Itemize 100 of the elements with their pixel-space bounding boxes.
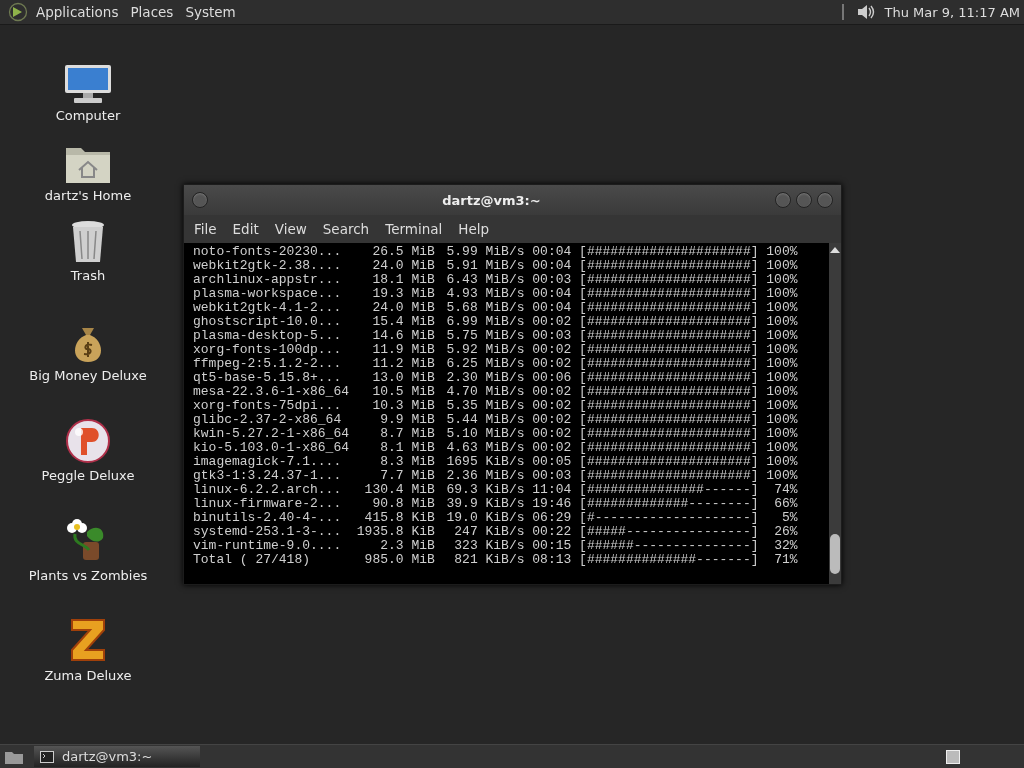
time-remaining: 00:03 xyxy=(532,329,572,343)
panel-menu[interactable]: System xyxy=(181,4,240,20)
package-name: webkit2gtk-2.38.... xyxy=(193,259,343,273)
percent-complete: 100% xyxy=(766,301,798,315)
package-name: ghostscript-10.0... xyxy=(193,315,343,329)
maximize-button[interactable] xyxy=(796,192,812,208)
panel-menu[interactable]: Places xyxy=(126,4,178,20)
download-rate: 5.68 MiB/s xyxy=(446,301,525,315)
time-remaining: 00:22 xyxy=(532,525,572,539)
package-size: 11.2 MiB xyxy=(372,357,435,371)
taskbar-button[interactable]: dartz@vm3:~ xyxy=(34,746,200,767)
time-remaining: 00:02 xyxy=(532,343,572,357)
progress-bar-text: [#####################] xyxy=(579,413,759,427)
percent-complete: 32% xyxy=(774,539,798,553)
package-name: Total ( 27/418) xyxy=(193,553,312,567)
computer-icon[interactable] xyxy=(64,64,112,104)
menu-item[interactable]: View xyxy=(268,221,313,237)
package-size: 15.4 MiB xyxy=(372,315,435,329)
package-name: kio-5.103.0-1-x86_64 xyxy=(193,441,351,455)
time-remaining: 11:04 xyxy=(532,483,572,497)
percent-complete: 100% xyxy=(766,273,798,287)
download-rate: 6.99 MiB/s xyxy=(446,315,525,329)
progress-bar-text: [#####################] xyxy=(579,357,759,371)
close-button[interactable] xyxy=(817,192,833,208)
time-remaining: 00:04 xyxy=(532,287,572,301)
package-size: 10.5 MiB xyxy=(372,385,435,399)
time-remaining: 00:02 xyxy=(532,413,572,427)
package-name: plasma-workspace... xyxy=(193,287,343,301)
package-size: 26.5 MiB xyxy=(372,245,435,259)
download-rate: 2.30 MiB/s xyxy=(446,371,525,385)
desktop-icon-label[interactable]: Zuma Deluxe xyxy=(44,668,132,683)
package-size: 10.3 MiB xyxy=(372,399,435,413)
menu-item[interactable]: Help xyxy=(452,221,496,237)
progress-bar-text: [#####################] xyxy=(579,371,759,385)
package-name: systemd-253.1-3-... xyxy=(193,525,343,539)
percent-complete: 100% xyxy=(766,371,798,385)
package-name: gtk3-1:3.24.37-1... xyxy=(193,469,343,483)
menu-logo-icon[interactable] xyxy=(8,2,28,22)
package-size: 24.0 MiB xyxy=(372,301,435,315)
package-name: linux-6.2.2.arch... xyxy=(193,483,343,497)
desktop-icon-label[interactable]: Computer xyxy=(55,108,121,123)
package-size: 24.0 MiB xyxy=(372,259,435,273)
menu-item[interactable]: Edit xyxy=(226,221,265,237)
menu-item[interactable]: Search xyxy=(316,221,376,237)
package-size: 90.8 MiB xyxy=(372,497,435,511)
menu-item[interactable]: File xyxy=(188,221,223,237)
download-rate: 4.63 MiB/s xyxy=(446,441,525,455)
desktop-icon-label[interactable]: Peggle Deluxe xyxy=(41,468,135,483)
desktop-icon-label[interactable]: Trash xyxy=(70,268,106,283)
time-remaining: 00:02 xyxy=(532,357,572,371)
percent-complete: 100% xyxy=(766,399,798,413)
game-block-icon[interactable] xyxy=(68,616,108,664)
time-remaining: 00:04 xyxy=(532,259,572,273)
package-name: binutils-2.40-4-... xyxy=(193,511,343,525)
package-size: 14.6 MiB xyxy=(372,329,435,343)
minimize-button[interactable] xyxy=(775,192,791,208)
percent-complete: 66% xyxy=(774,497,798,511)
panel-menu[interactable]: Applications xyxy=(32,4,123,20)
window-menu-button[interactable] xyxy=(192,192,208,208)
time-remaining: 00:03 xyxy=(532,469,572,483)
percent-complete: 100% xyxy=(766,427,798,441)
clock[interactable]: Thu Mar 9, 11:17 AM xyxy=(884,4,1020,20)
percent-complete: 100% xyxy=(766,385,798,399)
desktop-icon-label[interactable]: Big Money Deluxe xyxy=(29,368,147,383)
menu-item[interactable]: Terminal xyxy=(379,221,449,237)
percent-complete: 100% xyxy=(766,343,798,357)
percent-complete: 100% xyxy=(766,259,798,273)
download-rate: 39.9 KiB/s xyxy=(446,497,525,511)
desktop-icon-label[interactable]: Plants vs Zombies xyxy=(28,568,148,583)
package-name: noto-fonts-20230... xyxy=(193,245,343,259)
download-rate: 6.43 MiB/s xyxy=(446,273,525,287)
panel-grip-icon xyxy=(840,3,845,21)
scroll-thumb[interactable] xyxy=(830,534,840,574)
package-name: mesa-22.3.6-1-x86_64 xyxy=(193,385,351,399)
percent-complete: 100% xyxy=(766,357,798,371)
time-remaining: 00:02 xyxy=(532,427,572,441)
download-rate: 5.44 MiB/s xyxy=(446,413,525,427)
time-remaining: 00:02 xyxy=(532,385,572,399)
progress-bar-text: [#####################] xyxy=(579,259,759,273)
progress-bar-text: [#####################] xyxy=(579,287,759,301)
progress-bar-text: [#####################] xyxy=(579,343,759,357)
download-rate: 2.36 MiB/s xyxy=(446,469,525,483)
download-rate: 323 KiB/s xyxy=(454,539,525,553)
download-rate: 19.0 KiB/s xyxy=(446,511,525,525)
package-name: kwin-5.27.2-1-x86_64 xyxy=(193,427,351,441)
package-name: linux-firmware-2... xyxy=(193,497,343,511)
progress-bar-text: [#############--------] xyxy=(579,497,759,511)
ball-icon[interactable] xyxy=(65,418,111,464)
progress-bar-text: [#####################] xyxy=(579,399,759,413)
percent-complete: 100% xyxy=(766,469,798,483)
desktop-icon-label[interactable]: dartz's Home xyxy=(44,188,132,203)
percent-complete: 71% xyxy=(774,553,798,567)
scrollbar[interactable] xyxy=(829,243,841,584)
time-remaining: 00:02 xyxy=(532,441,572,455)
scroll-up-icon[interactable] xyxy=(830,247,840,253)
workspace-switcher[interactable] xyxy=(946,749,960,764)
package-name: qt5-base-5.15.8+... xyxy=(193,371,343,385)
trash-icon[interactable] xyxy=(70,220,106,264)
download-rate: 1695 KiB/s xyxy=(446,455,525,469)
package-size: 13.0 MiB xyxy=(372,371,435,385)
